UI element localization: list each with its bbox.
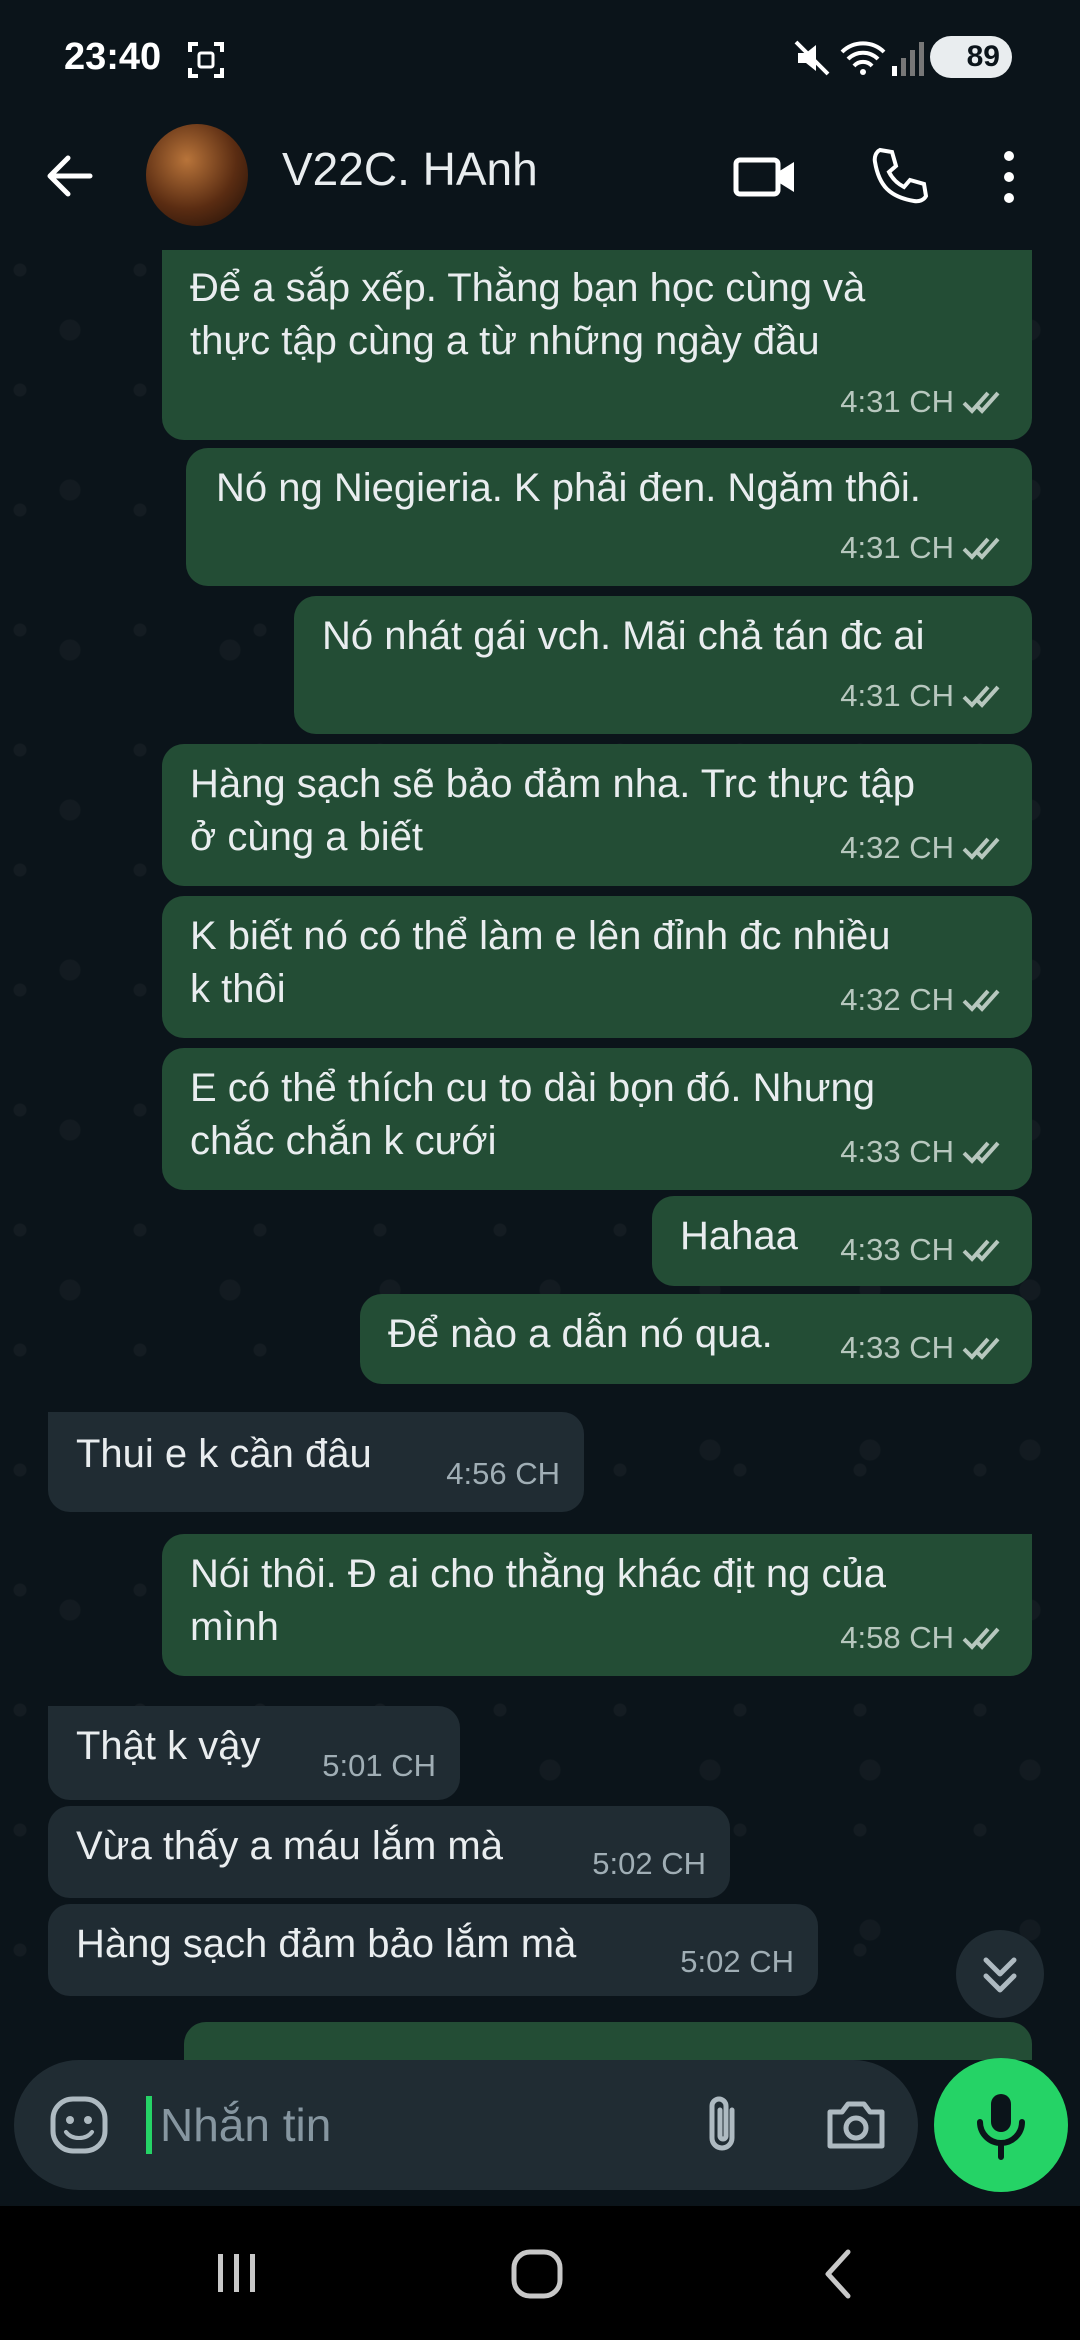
message-text: Nó ng Niegieria. K phải đen. Ngăm thôi.: [216, 466, 921, 510]
message-time: 4:33 CH: [840, 1330, 954, 1365]
mic-icon: [977, 2094, 1025, 2160]
home-icon[interactable]: [508, 2244, 568, 2304]
message-text: E có thể thích cu to dài bọn đó. Nhưng: [190, 1066, 875, 1110]
read-ticks-icon: [962, 1337, 1000, 1360]
more-vert-icon[interactable]: [984, 142, 1034, 212]
camera-icon[interactable]: [824, 2094, 888, 2154]
message-bubble-incoming[interactable]: Thật k vậy 5:01 CH: [48, 1706, 460, 1800]
message-list[interactable]: Để a sắp xếp. Thằng bạn học cùng và thực…: [0, 250, 1080, 2060]
video-call-icon[interactable]: [730, 142, 800, 212]
message-bubble-outgoing[interactable]: Hàng sạch sẽ bảo đảm nha. Trc thực tập ở…: [162, 744, 1032, 886]
back-arrow-icon[interactable]: [40, 146, 100, 206]
attach-icon[interactable]: [694, 2094, 750, 2156]
wifi-icon: [840, 41, 886, 75]
message-text: Thật k vậy: [76, 1724, 261, 1768]
message-time: 4:31 CH: [840, 384, 954, 419]
message-time: 4:33 CH: [840, 1134, 954, 1169]
status-time: 23:40: [64, 36, 162, 78]
message-bubble-outgoing[interactable]: Để a sắp xếp. Thằng bạn học cùng và thực…: [162, 250, 1032, 440]
emoji-icon[interactable]: [48, 2094, 110, 2156]
message-text: Nói thôi. Đ ai cho thằng khác địt ng của: [190, 1552, 886, 1596]
chevron-double-down-icon: [983, 1957, 1017, 1993]
back-icon[interactable]: [814, 2244, 864, 2304]
scroll-to-bottom-button[interactable]: [956, 1930, 1044, 2018]
message-text: Hahaa: [680, 1214, 798, 1258]
message-bubble-incoming[interactable]: Hàng sạch đảm bảo lắm mà 5:02 CH: [48, 1904, 818, 1996]
signal-icon: [892, 42, 924, 76]
message-input[interactable]: Nhắn tin: [160, 2098, 331, 2152]
message-bubble-outgoing[interactable]: Để nào a dẫn nó qua. 4:33 CH: [360, 1294, 1032, 1384]
message-time: 4:33 CH: [840, 1232, 954, 1267]
message-text: thực tập cùng a từ những ngày đầu: [190, 319, 820, 363]
message-bubble-outgoing[interactable]: Nói thôi. Đ ai cho thằng khác địt ng của…: [162, 1534, 1032, 1676]
message-time: 5:01 CH: [322, 1748, 436, 1783]
message-bubble-outgoing[interactable]: Nó nhát gái vch. Mãi chả tán đc ai 4:31 …: [294, 596, 1032, 734]
status-bar: 23:40 89: [0, 0, 1080, 118]
read-ticks-icon: [962, 1627, 1000, 1650]
message-bubble-incoming[interactable]: Vừa thấy a máu lắm mà 5:02 CH: [48, 1806, 730, 1898]
message-text: Thui e k cần đâu: [76, 1432, 372, 1476]
message-text: ở cùng a biết: [190, 815, 424, 859]
read-ticks-icon: [962, 989, 1000, 1012]
message-text: mình: [190, 1605, 279, 1649]
message-time: 4:31 CH: [840, 678, 954, 713]
read-ticks-icon: [962, 1141, 1000, 1164]
message-text: Vừa thấy a máu lắm mà: [76, 1824, 503, 1868]
message-text: K biết nó có thể làm e lên đỉnh đc nhiều: [190, 914, 891, 958]
message-time: 4:31 CH: [840, 530, 954, 565]
message-text: Nó nhát gái vch. Mãi chả tán đc ai: [322, 614, 925, 658]
mute-icon: [794, 40, 830, 76]
system-nav-bar: [0, 2206, 1080, 2340]
message-text: Hàng sạch sẽ bảo đảm nha. Trc thực tập: [190, 762, 915, 806]
message-time: 4:32 CH: [840, 830, 954, 865]
message-bubble-outgoing[interactable]: Nó ng Niegieria. K phải đen. Ngăm thôi. …: [186, 448, 1032, 586]
message-bubble-outgoing-partial[interactable]: [184, 2022, 1032, 2060]
contact-name[interactable]: V22C. HAnh: [282, 142, 538, 196]
battery-level: 89: [966, 40, 1000, 73]
message-time: 5:02 CH: [680, 1944, 794, 1979]
message-text: Để a sắp xếp. Thằng bạn học cùng và: [190, 266, 866, 310]
read-ticks-icon: [962, 537, 1000, 560]
read-ticks-icon: [962, 837, 1000, 860]
read-ticks-icon: [962, 1239, 1000, 1262]
mic-button[interactable]: [934, 2058, 1068, 2192]
message-text: chắc chắn k cưới: [190, 1119, 497, 1163]
app-bar: V22C. HAnh: [0, 118, 1080, 250]
message-text: k thôi: [190, 967, 286, 1011]
message-bubble-outgoing[interactable]: Hahaa 4:33 CH: [652, 1196, 1032, 1286]
screenshot-icon: [188, 42, 224, 78]
phone-icon[interactable]: [864, 142, 934, 212]
text-caret: [146, 2096, 152, 2154]
message-time: 4:32 CH: [840, 982, 954, 1017]
recents-icon[interactable]: [206, 2246, 266, 2300]
message-composer: Nhắn tin: [14, 2060, 918, 2190]
message-text: Hàng sạch đảm bảo lắm mà: [76, 1922, 577, 1966]
read-ticks-icon: [962, 685, 1000, 708]
read-ticks-icon: [962, 391, 1000, 414]
message-bubble-outgoing[interactable]: K biết nó có thể làm e lên đỉnh đc nhiều…: [162, 896, 1032, 1038]
battery-icon: 89: [930, 36, 1012, 78]
message-bubble-outgoing[interactable]: E có thể thích cu to dài bọn đó. Nhưng c…: [162, 1048, 1032, 1190]
avatar[interactable]: [146, 124, 248, 226]
message-time: 5:02 CH: [592, 1846, 706, 1881]
message-bubble-incoming[interactable]: Thui e k cần đâu 4:56 CH: [48, 1412, 584, 1512]
message-time: 4:56 CH: [446, 1456, 560, 1491]
message-time: 4:58 CH: [840, 1620, 954, 1655]
message-text: Để nào a dẫn nó qua.: [388, 1312, 773, 1356]
